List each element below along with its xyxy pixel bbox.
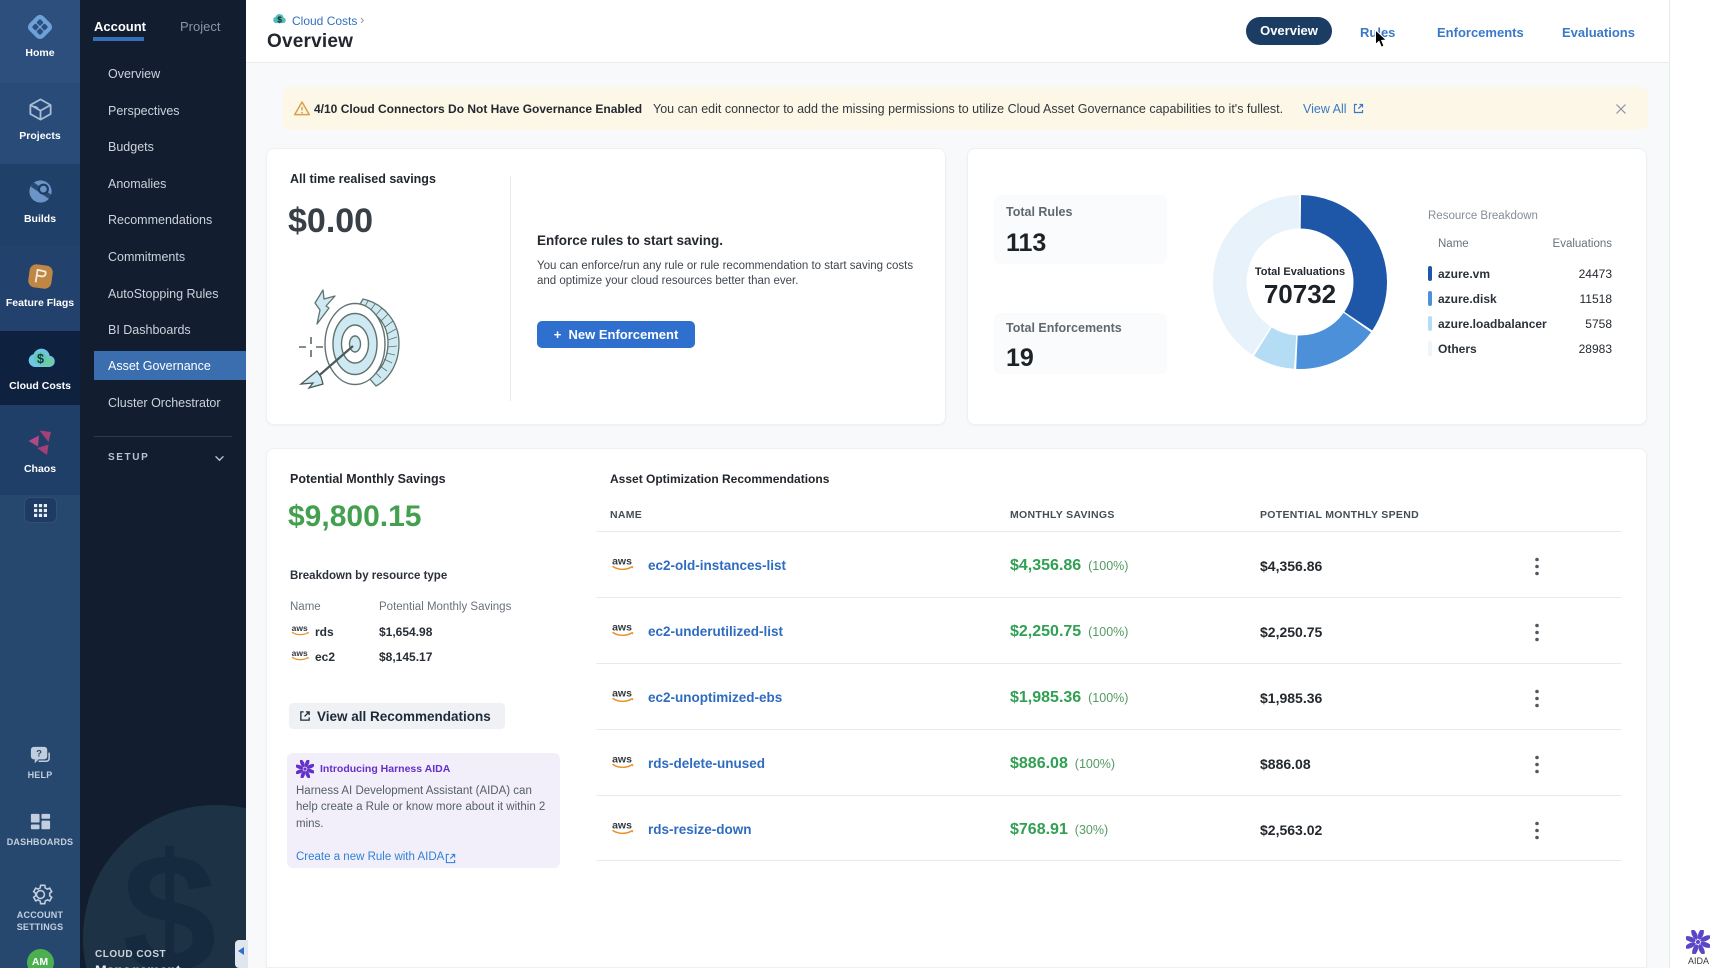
svg-text:aws: aws: [292, 648, 308, 658]
svg-text:aws: aws: [612, 688, 632, 700]
svg-text:aws: aws: [612, 820, 632, 832]
svg-text:?: ?: [36, 749, 42, 760]
svg-text:aws: aws: [612, 754, 632, 766]
svg-text:$: $: [277, 15, 282, 24]
svg-text:aws: aws: [292, 623, 308, 633]
svg-text:aws: aws: [612, 556, 632, 568]
svg-text:aws: aws: [612, 622, 632, 634]
svg-text:$: $: [37, 352, 44, 366]
